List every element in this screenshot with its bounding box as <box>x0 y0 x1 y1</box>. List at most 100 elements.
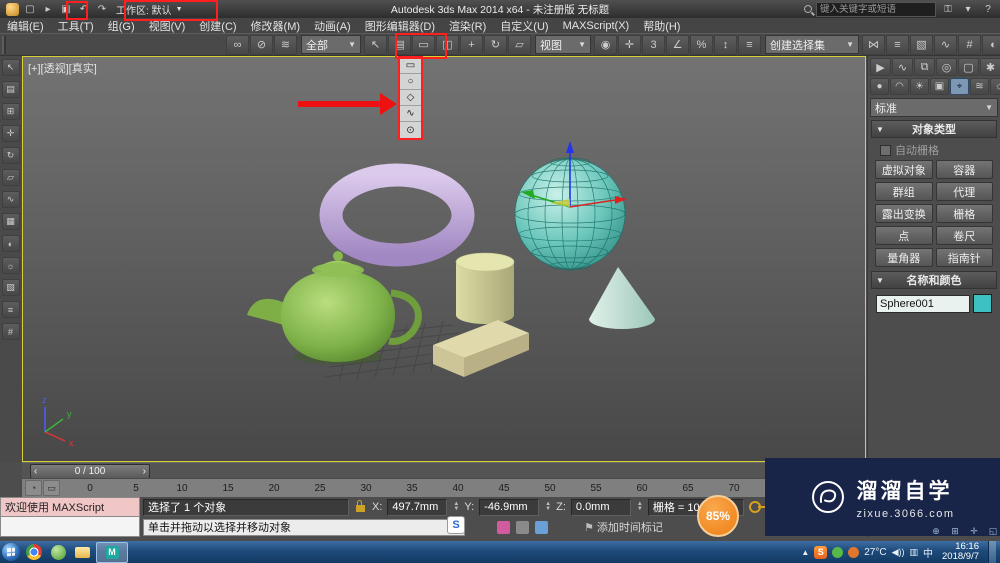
object-color-swatch[interactable] <box>973 294 992 313</box>
named-selection-set-dropdown[interactable]: 创建选择集 ▼ <box>765 35 859 54</box>
x-coord-field[interactable]: 497.7mm <box>387 498 448 516</box>
select-and-rotate-icon[interactable]: ↻ <box>484 34 507 55</box>
angle-snap-icon[interactable]: ∠ <box>666 34 689 55</box>
hierarchy-tab-icon[interactable]: ⧉ <box>914 58 935 76</box>
region-circle-item[interactable]: ○ <box>400 74 421 90</box>
space-warps-category-icon[interactable]: ≋ <box>970 78 989 95</box>
toolbar-drag-handle[interactable] <box>2 35 6 54</box>
sogou-tray-icon[interactable]: S <box>814 545 828 559</box>
maxscript-listener-line[interactable] <box>0 517 140 537</box>
selection-filter-dropdown[interactable]: 全部 ▼ <box>301 35 361 54</box>
window-crossing-toggle-icon[interactable]: ◫ <box>436 34 459 55</box>
help-icon[interactable]: ? <box>980 2 996 16</box>
select-and-link-icon[interactable]: ∞ <box>226 34 249 55</box>
y-coord-field[interactable]: -46.9mm <box>479 498 540 516</box>
chrome-taskbar-icon[interactable] <box>24 543 44 561</box>
modify-tab-icon[interactable]: ∿ <box>892 58 913 76</box>
volume-icon[interactable]: ◀)) <box>892 547 905 558</box>
region-fence-item[interactable]: ◇ <box>400 90 421 106</box>
select-and-move-icon[interactable]: + <box>460 34 483 55</box>
select-by-name-icon[interactable]: ▤ <box>388 34 411 55</box>
cylinder-object[interactable] <box>455 252 515 324</box>
explorer-taskbar-icon[interactable] <box>72 543 92 561</box>
maxscript-macro-recorder-line[interactable]: 欢迎使用 MAXScript <box>0 497 140 517</box>
autogrid-checkbox[interactable] <box>880 144 891 156</box>
menu-rendering[interactable]: 渲染(R) <box>442 18 493 33</box>
object-name-input[interactable] <box>876 294 970 313</box>
weather-temp[interactable]: 27°C <box>864 547 886 558</box>
download-tray-icon[interactable] <box>848 546 860 558</box>
selection-lock-icon[interactable] <box>356 500 365 512</box>
helper-delegate-button[interactable]: 代理 <box>935 182 993 201</box>
left-toolbar-button[interactable]: # <box>1 323 20 340</box>
offset-mode-icon[interactable] <box>516 520 529 534</box>
start-button[interactable] <box>2 543 20 561</box>
open-mini-curve-editor-icon[interactable]: ◔ <box>25 480 42 496</box>
time-tag-button[interactable]: ⚑ 添加时间标记 <box>584 519 663 535</box>
menu-edit[interactable]: 编辑(E) <box>0 18 51 33</box>
undo-icon[interactable]: ↶ <box>76 2 92 16</box>
helper-point-button[interactable]: 点 <box>875 226 933 245</box>
3ds-max-taskbar-button[interactable]: M <box>96 541 128 563</box>
helper-exposetm-button[interactable]: 露出变换 <box>875 204 933 223</box>
snaps-toggle-icon[interactable]: 3 <box>642 34 665 55</box>
left-toolbar-button[interactable]: ▤ <box>1 81 20 98</box>
mirror-icon[interactable]: ⋈ <box>862 34 885 55</box>
object-type-rollout-header[interactable]: ▼ 对象类型 <box>871 120 997 138</box>
material-editor-icon[interactable]: ◐ <box>982 34 1000 55</box>
shapes-category-icon[interactable]: ◠ <box>890 78 909 95</box>
sogou-ime-icon[interactable]: S <box>447 516 465 534</box>
left-toolbar-button[interactable]: ▱ <box>1 169 20 186</box>
network-icon[interactable]: ▥ <box>910 547 919 558</box>
time-slider-handle[interactable]: ‹ 0 / 100 › <box>30 464 150 479</box>
left-toolbar-button[interactable]: ☼ <box>1 257 20 274</box>
workspace-dropdown[interactable]: 工作区: 默认 ▼ <box>112 2 187 17</box>
unlink-selection-icon[interactable]: ⊘ <box>250 34 273 55</box>
viewport-label[interactable]: [+][透视][真实] <box>28 60 97 76</box>
utilities-tab-icon[interactable]: ✱ <box>980 58 1000 76</box>
show-desktop-button[interactable] <box>988 541 996 563</box>
layer-manager-icon[interactable]: ▧ <box>910 34 933 55</box>
left-toolbar-button[interactable]: ↖ <box>1 59 20 76</box>
set-key-icon[interactable] <box>748 501 767 513</box>
use-center-icon[interactable]: ◉ <box>594 34 617 55</box>
curve-editor-icon[interactable]: ∿ <box>934 34 957 55</box>
next-frame-icon[interactable]: › <box>143 466 146 477</box>
helper-protractor-button[interactable]: 量角器 <box>875 248 933 267</box>
display-tab-icon[interactable]: ▢ <box>958 58 979 76</box>
systems-category-icon[interactable]: ☼ <box>990 78 1000 95</box>
region-rectangle-item[interactable]: ▭ <box>400 58 421 74</box>
percent-snap-icon[interactable]: % <box>690 34 713 55</box>
helpers-category-icon[interactable]: ⌖ <box>950 78 969 95</box>
antivirus-tray-icon[interactable] <box>832 546 844 558</box>
left-toolbar-button[interactable]: ◐ <box>1 235 20 252</box>
left-toolbar-button[interactable]: ↻ <box>1 147 20 164</box>
menu-maxscript[interactable]: MAXScript(X) <box>556 18 637 33</box>
rectangular-selection-region-icon[interactable]: ▭ <box>412 34 435 55</box>
open-file-icon[interactable]: ▸ <box>40 2 56 16</box>
previous-frame-icon[interactable]: ‹ <box>34 466 37 477</box>
cameras-category-icon[interactable]: ▣ <box>930 78 949 95</box>
bind-to-space-warp-icon[interactable]: ≋ <box>274 34 297 55</box>
menu-animation[interactable]: 动画(A) <box>307 18 358 33</box>
menu-tools[interactable]: 工具(T) <box>51 18 101 33</box>
menu-group[interactable]: 组(G) <box>101 18 142 33</box>
select-and-scale-icon[interactable]: ▱ <box>508 34 531 55</box>
language-indicator[interactable]: 中 <box>923 545 933 560</box>
left-toolbar-button[interactable]: ✛ <box>1 125 20 142</box>
maximize-viewport-icon[interactable]: ◱ <box>985 524 1000 538</box>
geometry-category-icon[interactable]: ● <box>870 78 889 95</box>
pan-view-icon[interactable]: ✛ <box>966 524 982 538</box>
menu-help[interactable]: 帮助(H) <box>636 18 687 33</box>
align-icon[interactable]: ≡ <box>886 34 909 55</box>
select-object-icon[interactable]: ↖ <box>364 34 387 55</box>
show-hidden-icons[interactable]: ▲ <box>801 548 809 557</box>
helper-container-button[interactable]: 容器 <box>935 160 993 179</box>
region-lasso-item[interactable]: ∿ <box>400 106 421 122</box>
spinner-snap-icon[interactable]: ↕ <box>714 34 737 55</box>
helper-grid-button[interactable]: 栅格 <box>935 204 993 223</box>
select-and-manipulate-icon[interactable]: ✛ <box>618 34 641 55</box>
z-coord-field[interactable]: 0.0mm <box>570 498 631 516</box>
max-logo-icon[interactable] <box>4 2 20 16</box>
lights-category-icon[interactable]: ☀ <box>910 78 929 95</box>
